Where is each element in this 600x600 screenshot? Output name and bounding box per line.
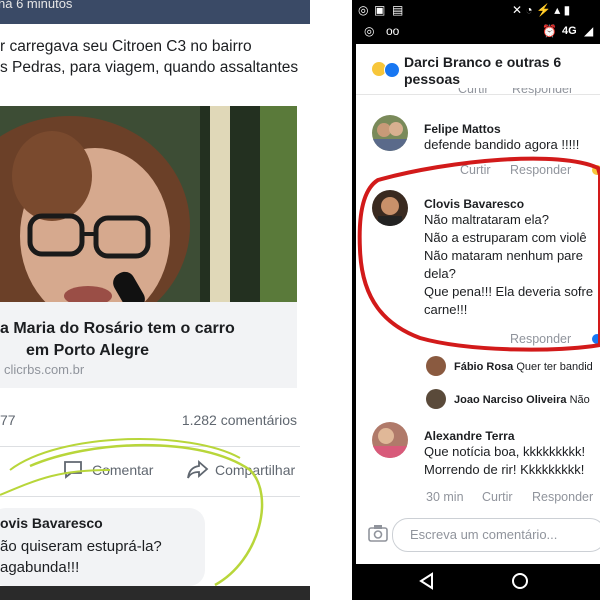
comment-text: Que notícia boa, kkkkkkkkk! Morrendo de … xyxy=(424,443,585,479)
post-timestamp: há 6 minutos xyxy=(0,0,73,11)
comment-author[interactable]: Clovis Bavaresco xyxy=(424,197,524,211)
comment-input-placeholder[interactable]: Escreva um comentário... xyxy=(410,527,557,542)
whatsapp-icon: ◎ xyxy=(364,24,375,38)
reply-preview[interactable]: Fábio Rosa Quer ter bandid xyxy=(454,361,593,373)
like-action[interactable]: Curtir xyxy=(458,88,489,96)
reactions-count[interactable]: 77 xyxy=(0,412,16,428)
comment-line: Que pena!!! Ela deveria sofre xyxy=(424,284,594,299)
whatsapp-icon: ◎ xyxy=(358,3,369,17)
reply-action[interactable]: Responder xyxy=(512,88,573,96)
comment-text: ão quiseram estuprá-la? agabunda!!! xyxy=(0,536,162,578)
share-icon[interactable] xyxy=(186,458,210,483)
comment-line: dela? xyxy=(424,266,456,281)
comments-count[interactable]: 1.282 comentários xyxy=(182,412,297,428)
post-line: s Pedras, para viagem, quando assaltante… xyxy=(0,59,299,76)
android-nav-bar xyxy=(352,564,600,600)
reply-author[interactable]: Joao Narciso Oliveira xyxy=(454,394,567,406)
voicemail-icon: oo xyxy=(386,24,400,38)
comment-line: ão quiseram estuprá-la? xyxy=(0,538,162,555)
comment-time: 30 min xyxy=(426,490,464,504)
gallery-icon: ▤ xyxy=(392,3,404,17)
haha-reaction-icon xyxy=(592,165,600,175)
avatar[interactable] xyxy=(426,389,446,409)
comment-author[interactable]: ovis Bavaresco xyxy=(0,515,103,531)
panel-divider xyxy=(310,0,352,600)
signal-icons: ✕ ◔ ⚡ ▴ ▮ xyxy=(512,3,571,17)
reactions-header-title[interactable]: Darci Branco e outras 6 pessoas xyxy=(404,54,600,88)
reply-action[interactable]: Responder xyxy=(510,332,571,346)
like-reaction-icon xyxy=(592,334,600,344)
status-bar-secondary: ◎ oo ⏰ 4G ◢ xyxy=(352,22,600,42)
comment-line: Não mataram nenhum pare xyxy=(424,248,583,263)
comment-text: defende bandido agora !!!!! xyxy=(424,137,580,152)
reply-action[interactable]: Responder xyxy=(510,163,571,177)
comment-line: agabunda!!! xyxy=(0,559,80,576)
reply-action[interactable]: Responder xyxy=(532,490,593,504)
comment-text: Não maltrataram ela? Não a estruparam co… xyxy=(424,211,593,319)
woman-photo-illustration xyxy=(0,106,297,302)
avatar[interactable] xyxy=(372,422,408,458)
like-action[interactable]: Curtir xyxy=(482,490,513,504)
share-action[interactable]: Compartilhar xyxy=(215,462,295,478)
divider xyxy=(0,496,300,497)
news-photo[interactable] xyxy=(0,106,297,302)
link-title-line: em Porto Alegre xyxy=(26,342,149,359)
comment-author[interactable]: Alexandre Terra xyxy=(424,429,515,443)
comment-author[interactable]: Felipe Mattos xyxy=(424,122,501,136)
like-reaction-icon xyxy=(384,62,400,78)
link-domain: clicrbs.com.br xyxy=(4,362,85,377)
battery-icon: ◢ xyxy=(584,24,594,38)
comment-line: Morrendo de rir! Kkkkkkkkk! xyxy=(424,462,585,477)
avatar[interactable] xyxy=(372,190,408,226)
status-bar: ◎ ▣ ▤ ✕ ◔ ⚡ ▴ ▮ xyxy=(352,0,600,22)
reply-author[interactable]: Fábio Rosa xyxy=(454,361,513,373)
comment-action[interactable]: Comentar xyxy=(92,462,153,478)
alarm-icon: ⏰ xyxy=(542,24,557,38)
link-title[interactable]: a Maria do Rosário tem o carro em Porto … xyxy=(0,318,297,362)
partial-action-row: Curtir Responder xyxy=(426,88,600,100)
network-label: 4G xyxy=(562,25,577,37)
top-bar: há 6 minutos xyxy=(0,0,310,24)
comment-line: Não maltrataram ela? xyxy=(424,212,549,227)
reply-text: Não xyxy=(569,394,590,406)
comment-line: Não a estruparam com violê xyxy=(424,230,587,245)
reply-preview[interactable]: Joao Narciso Oliveira Não xyxy=(454,394,590,406)
avatar[interactable] xyxy=(426,356,446,376)
post-line: r carregava seu Citroen C3 no bairro xyxy=(0,38,252,55)
comment-icon[interactable] xyxy=(62,458,84,483)
right-screenshot-phone: ◎ ▣ ▤ ✕ ◔ ⚡ ▴ ▮ ◎ oo ⏰ 4G ◢ Darci Branco… xyxy=(352,0,600,600)
reply-text: Quer ter bandid xyxy=(516,361,593,373)
post-text: r carregava seu Citroen C3 no bairro s P… xyxy=(0,36,310,78)
back-icon[interactable] xyxy=(418,572,436,595)
comment-line: Que notícia boa, kkkkkkkkk! xyxy=(424,444,586,459)
like-action[interactable]: Curtir xyxy=(460,163,491,177)
home-icon[interactable] xyxy=(510,571,530,596)
left-screenshot: há 6 minutos r carregava seu Citroen C3 … xyxy=(0,0,310,600)
bottom-strip xyxy=(0,586,310,600)
link-title-line: a Maria do Rosário tem o carro xyxy=(0,320,235,337)
facebook-icon: ▣ xyxy=(374,3,386,17)
camera-icon[interactable] xyxy=(368,524,388,547)
comment-line: carne!!! xyxy=(424,302,468,317)
divider xyxy=(0,446,300,447)
avatar[interactable] xyxy=(372,115,408,151)
